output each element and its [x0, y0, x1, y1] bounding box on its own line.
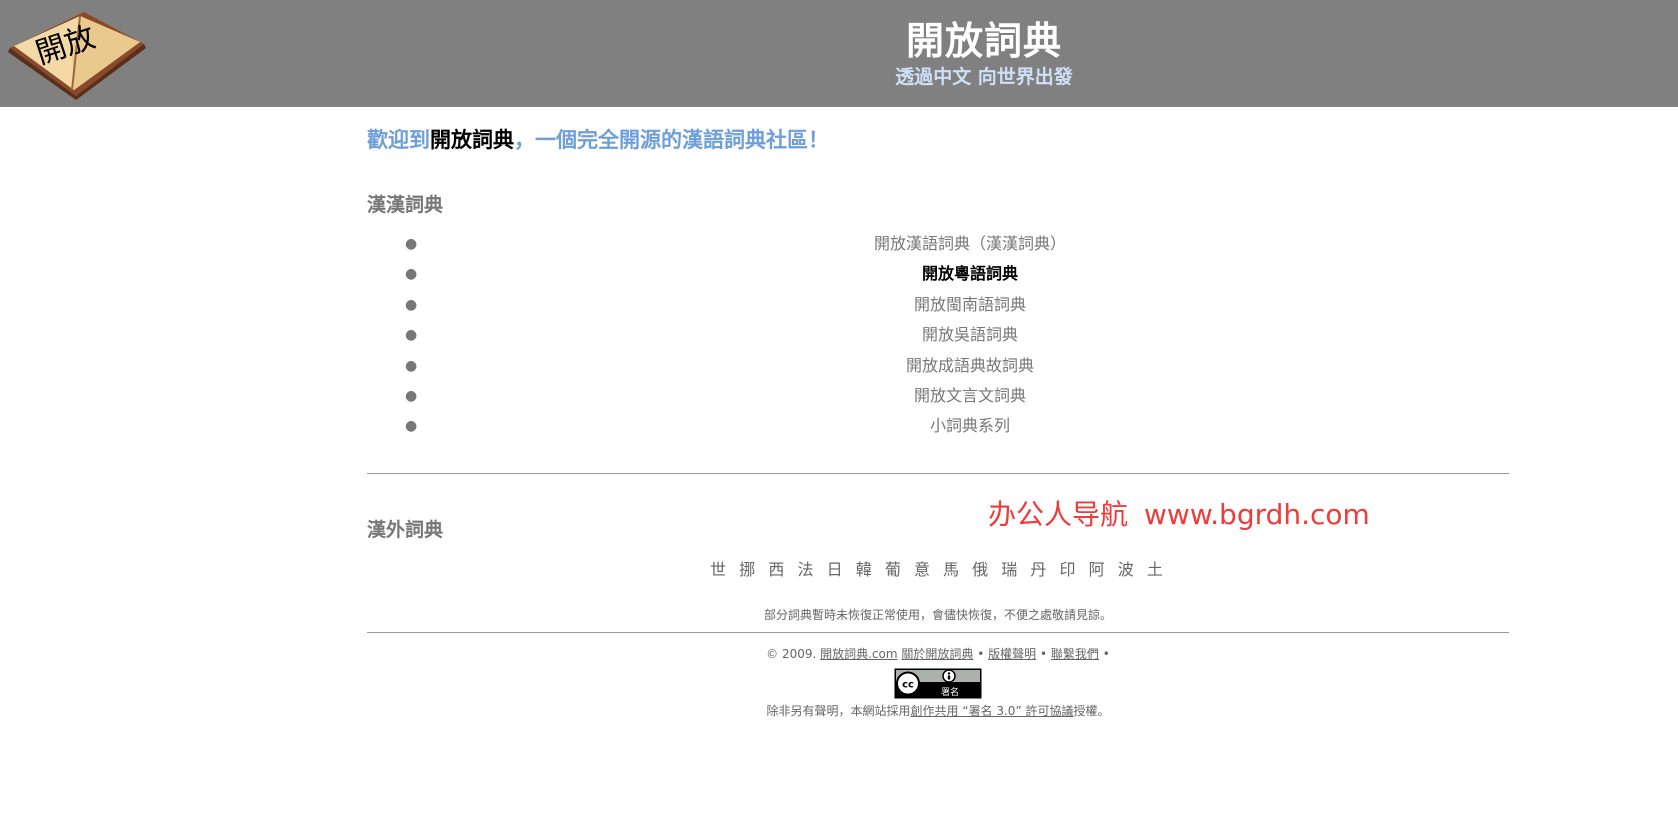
dictionary-link[interactable]: 小詞典系列	[930, 416, 1010, 435]
dictionary-link[interactable]: 開放文言文詞典	[914, 386, 1026, 405]
footer-separator: •	[1102, 646, 1110, 661]
site-home-link[interactable]: 開放詞典.com	[820, 647, 897, 661]
creative-commons-badge-icon: cc 署名	[894, 668, 982, 699]
han-dictionary-list: ● 開放漢語詞典（漢漢詞典） ● 開放粵語詞典 ● 開放閩南語詞典 ● 開放吳語詞典 ●…	[367, 229, 1509, 442]
language-link-indonesian[interactable]: 印	[1059, 560, 1078, 579]
copyright-text: © 2009.	[766, 646, 817, 661]
language-link-danish[interactable]: 丹	[1030, 560, 1049, 579]
footer-separator: •	[977, 646, 985, 661]
site-subtitle: 透過中文 向世界出發	[895, 66, 1073, 88]
list-item: ● 小詞典系列	[367, 411, 1509, 441]
bullet-icon: ●	[405, 418, 418, 435]
dictionary-link-current[interactable]: 開放粵語詞典	[922, 264, 1018, 283]
language-link-french[interactable]: 法	[798, 560, 817, 579]
language-link-world[interactable]: 世	[710, 560, 729, 579]
language-link-italian[interactable]: 意	[914, 560, 933, 579]
language-link-turkish[interactable]: 土	[1147, 560, 1166, 579]
language-link-spanish[interactable]: 西	[768, 560, 787, 579]
bullet-icon: ●	[405, 236, 418, 252]
cc-license-badge-link[interactable]: cc 署名	[367, 668, 1509, 699]
cc-badge-left-text: cc	[902, 679, 914, 690]
language-link-swedish[interactable]: 瑞	[1001, 560, 1020, 579]
welcome-banner: 歡迎到開放詞典，一個完全開源的漢語詞典社區！	[367, 124, 1509, 154]
language-links: 世 挪 西 法 日 韓 葡 意 馬 俄 瑞 丹 印 阿 波 土	[367, 556, 1509, 580]
language-link-malay[interactable]: 馬	[943, 560, 962, 579]
list-item: ● 開放文言文詞典	[367, 381, 1509, 411]
footer-links: © 2009. 開放詞典.com 關於開放詞典 • 版權聲明 • 聯繫我們 •	[367, 645, 1509, 662]
language-link-russian[interactable]: 俄	[972, 560, 991, 579]
contact-link[interactable]: 聯繫我們	[1051, 647, 1099, 661]
watermark-url: www.bgrdh.com	[1144, 498, 1370, 531]
language-link-arabic[interactable]: 阿	[1089, 560, 1108, 579]
dictionary-link[interactable]: 開放成語典故詞典	[906, 356, 1034, 375]
footer-divider	[367, 631, 1509, 633]
main-content: 歡迎到開放詞典，一個完全開源的漢語詞典社區！ 漢漢詞典 ● 開放漢語詞典（漢漢詞典…	[367, 107, 1509, 719]
bullet-icon: ●	[405, 387, 418, 404]
han-section-heading: 漢漢詞典	[367, 194, 444, 216]
list-item: ● 開放粵語詞典	[367, 259, 1509, 289]
watermark-text: 办公人导航	[988, 498, 1129, 531]
welcome-brand: 開放詞典	[430, 128, 514, 152]
license-prefix: 除非另有聲明，本網站採用	[766, 703, 911, 718]
language-link-norwegian[interactable]: 挪	[739, 560, 758, 579]
cc-badge-right-text: 署名	[941, 686, 959, 698]
bullet-icon: ●	[405, 327, 418, 344]
language-link-japanese[interactable]: 日	[827, 560, 846, 579]
welcome-prefix: 歡迎到	[367, 128, 430, 152]
section-divider	[367, 472, 1509, 474]
list-item: ● 開放漢語詞典（漢漢詞典）	[367, 229, 1509, 259]
welcome-suffix: ，一個完全開源的漢語詞典社區！	[514, 128, 829, 152]
dictionary-link[interactable]: 開放漢語詞典（漢漢詞典）	[874, 234, 1066, 253]
site-title: 開放詞典	[905, 19, 1062, 63]
footer-separator: •	[1040, 646, 1048, 661]
bullet-icon: ●	[405, 266, 418, 283]
list-item: ● 開放成語典故詞典	[367, 351, 1509, 381]
about-link[interactable]: 關於開放詞典	[901, 647, 973, 661]
site-header: 開放 開放詞典 透過中文 向世界出發	[0, 0, 1678, 107]
license-statement: 除非另有聲明，本網站採用創作共用 “署名 3.0” 許可協議授權。	[367, 702, 1509, 719]
list-item: ● 開放吳語詞典	[367, 320, 1509, 350]
license-link[interactable]: 創作共用 “署名 3.0” 許可協議	[911, 704, 1074, 718]
dictionary-link[interactable]: 開放閩南語詞典	[914, 295, 1026, 314]
watermark-overlay: 办公人导航 www.bgrdh.com	[988, 493, 1370, 533]
list-item: ● 開放閩南語詞典	[367, 290, 1509, 320]
language-link-portuguese[interactable]: 葡	[885, 560, 904, 579]
bullet-icon: ●	[405, 296, 418, 313]
license-suffix: 授權。	[1073, 703, 1110, 718]
language-link-polish[interactable]: 波	[1118, 560, 1137, 579]
dictionary-link[interactable]: 開放吳語詞典	[922, 325, 1018, 344]
language-link-korean[interactable]: 韓	[856, 560, 875, 579]
bullet-icon: ●	[405, 357, 418, 374]
copyright-notice-link[interactable]: 版權聲明	[988, 647, 1036, 661]
service-notice: 部分詞典暫時未恢復正常使用，會儘快恢復，不便之處敬請見諒。	[763, 607, 1112, 622]
